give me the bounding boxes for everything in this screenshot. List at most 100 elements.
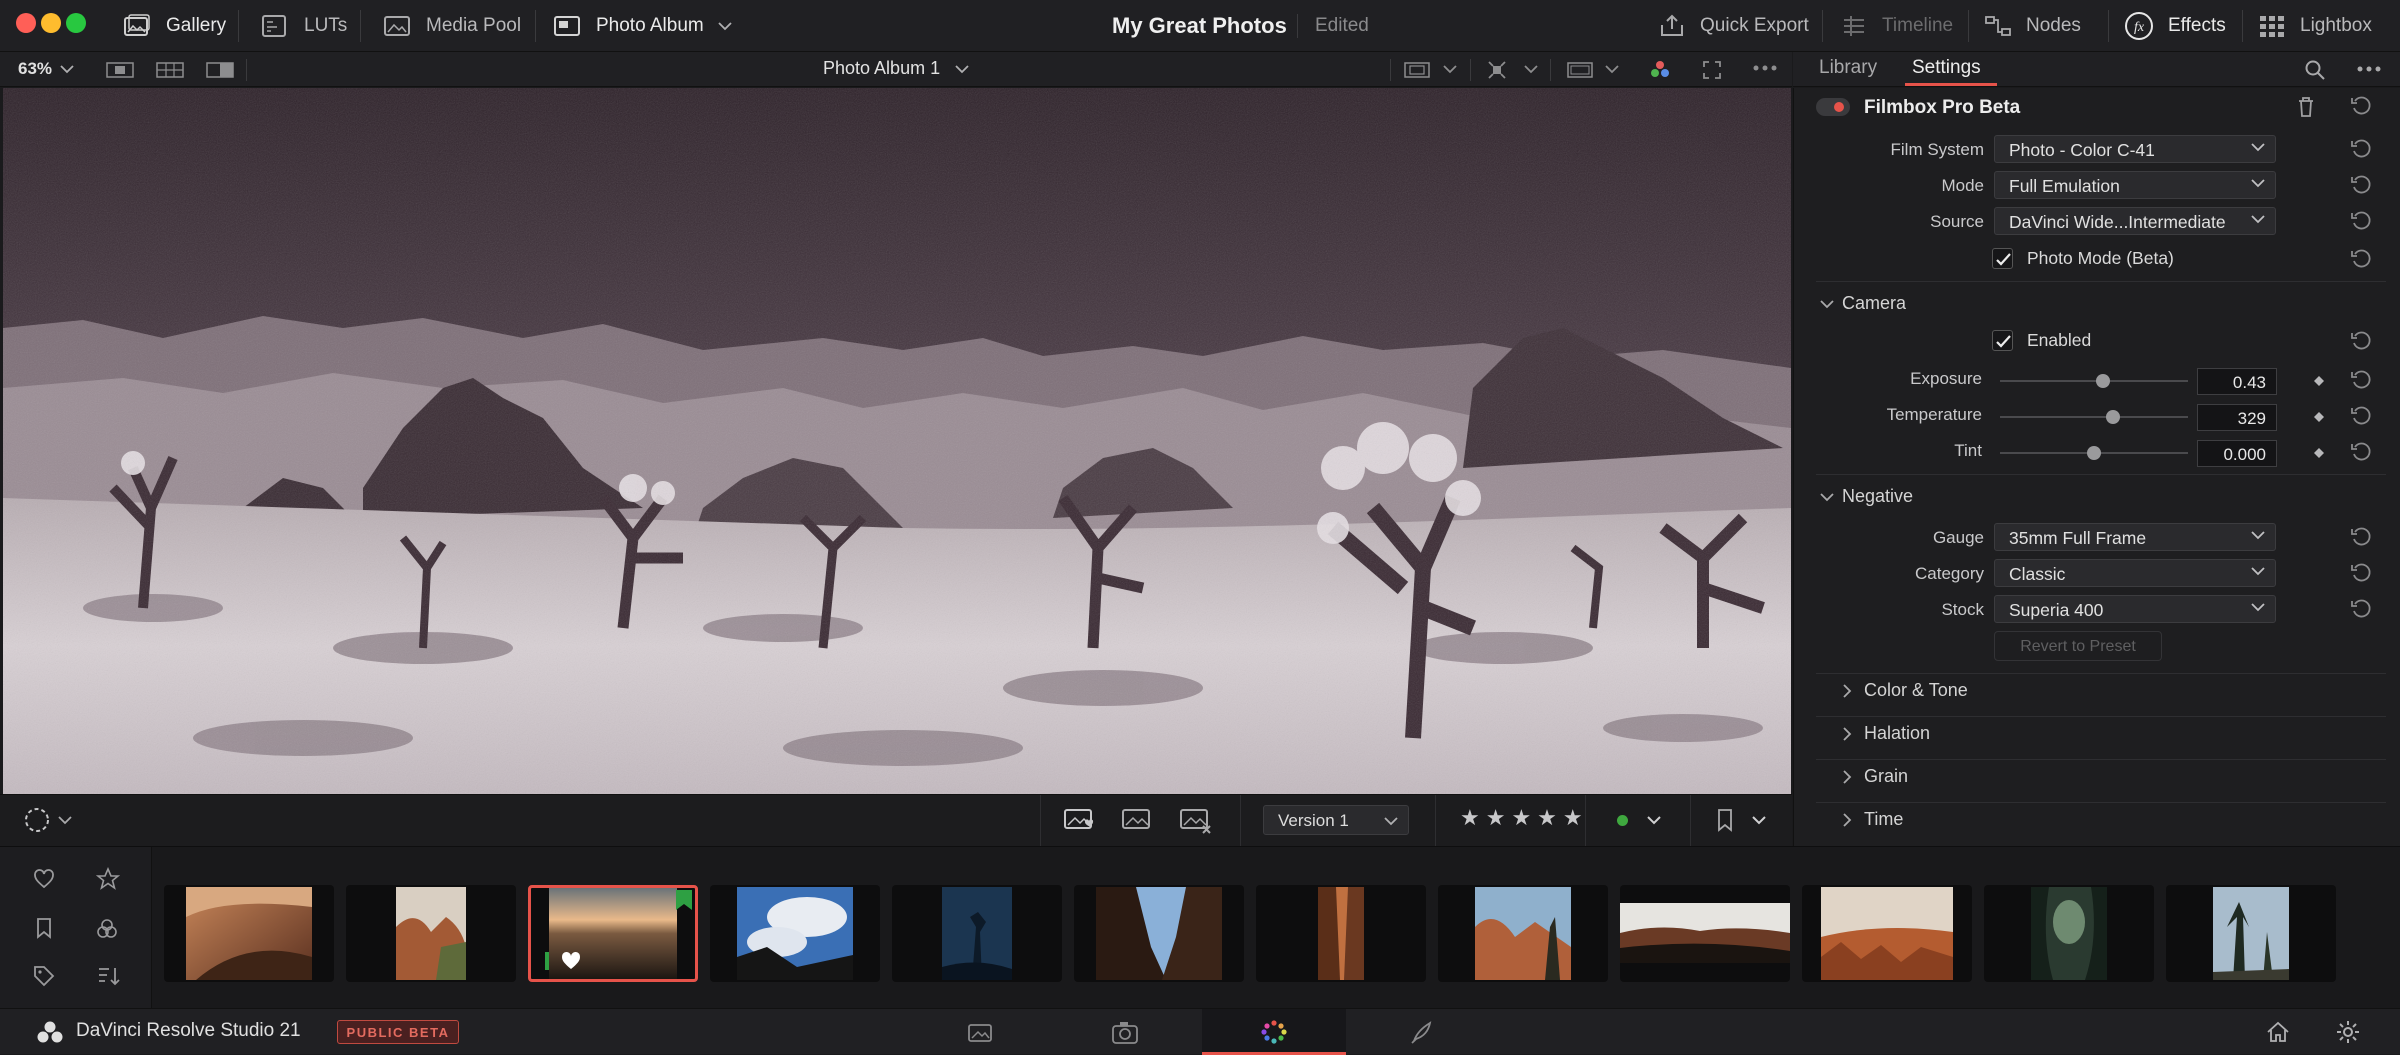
delete-icon[interactable] bbox=[2297, 96, 2315, 118]
temperature-value[interactable]: 329 bbox=[2197, 404, 2277, 431]
search-icon[interactable] bbox=[2304, 59, 2326, 81]
photo-album-button[interactable]: Photo Album bbox=[552, 0, 732, 52]
zoom-window-button[interactable] bbox=[66, 13, 86, 33]
chevron-down-icon[interactable] bbox=[1524, 64, 1538, 74]
gallery-button[interactable]: Gallery bbox=[122, 0, 226, 52]
luts-button[interactable]: LUTs bbox=[260, 0, 347, 52]
single-view-icon[interactable] bbox=[105, 60, 135, 80]
chevron-down-icon[interactable] bbox=[1443, 64, 1457, 74]
camera-section-title[interactable]: Camera bbox=[1842, 293, 1906, 314]
media-pool-button[interactable]: Media Pool bbox=[382, 0, 521, 52]
star-rating[interactable]: ★★★★★ bbox=[1460, 805, 1589, 831]
thumbnail[interactable] bbox=[346, 885, 516, 982]
thumbnail[interactable] bbox=[164, 885, 334, 982]
color-picker-icon[interactable] bbox=[1648, 58, 1672, 82]
effects-button[interactable]: fx Effects bbox=[2124, 0, 2226, 52]
reject-image-icon[interactable] bbox=[1178, 806, 1214, 836]
close-window-button[interactable] bbox=[16, 13, 36, 33]
transform-icon[interactable] bbox=[1484, 58, 1510, 82]
fullscreen-icon[interactable] bbox=[1701, 59, 1723, 81]
album-title[interactable]: Photo Album 1 bbox=[823, 58, 940, 79]
thumbnail[interactable] bbox=[710, 885, 880, 982]
chevron-down-icon[interactable] bbox=[1752, 815, 1766, 825]
lightbox-button[interactable]: Lightbox bbox=[2258, 0, 2372, 52]
sort-icon[interactable] bbox=[96, 965, 120, 987]
reset-icon[interactable] bbox=[2350, 174, 2372, 196]
viewer-image[interactable] bbox=[3, 88, 1791, 794]
thumbnail[interactable] bbox=[1620, 885, 1790, 982]
tint-slider-knob[interactable] bbox=[2087, 446, 2101, 460]
quick-export-button[interactable]: Quick Export bbox=[1658, 0, 1809, 52]
heart-icon[interactable] bbox=[33, 869, 55, 889]
effect-enable-toggle[interactable] bbox=[1816, 98, 1850, 116]
chevron-down-icon[interactable] bbox=[1647, 815, 1661, 825]
reset-icon[interactable] bbox=[2350, 441, 2372, 463]
reset-icon[interactable] bbox=[2350, 598, 2372, 620]
reset-icon[interactable] bbox=[2350, 138, 2372, 160]
reset-icon[interactable] bbox=[2350, 405, 2372, 427]
chevron-right-icon[interactable] bbox=[1842, 727, 1852, 741]
color-filter-icon[interactable] bbox=[95, 917, 119, 941]
thumbnail[interactable] bbox=[1074, 885, 1244, 982]
tag-icon[interactable] bbox=[33, 965, 55, 987]
source-dropdown[interactable]: DaVinci Wide...Intermediate bbox=[1994, 207, 2276, 235]
thumbnail[interactable] bbox=[1984, 885, 2154, 982]
tint-value[interactable]: 0.000 bbox=[2197, 440, 2277, 467]
color-flag-indicator[interactable] bbox=[1617, 815, 1628, 826]
halation-section[interactable]: Halation bbox=[1864, 723, 1930, 744]
keyframe-icon[interactable] bbox=[2313, 411, 2325, 423]
tint-slider[interactable] bbox=[2000, 446, 2188, 460]
camera-enabled-checkbox[interactable] bbox=[1992, 330, 2013, 351]
temperature-slider[interactable] bbox=[2000, 410, 2188, 424]
thumbnail[interactable] bbox=[1438, 885, 1608, 982]
chevron-down-icon[interactable] bbox=[60, 64, 74, 74]
bookmark-icon[interactable] bbox=[1716, 808, 1734, 832]
home-icon[interactable] bbox=[2266, 1021, 2290, 1043]
thumbnail[interactable] bbox=[2166, 885, 2336, 982]
chevron-right-icon[interactable] bbox=[1842, 770, 1852, 784]
thumbnail-selected[interactable] bbox=[528, 885, 698, 982]
selection-tool-icon[interactable] bbox=[22, 806, 52, 834]
image-icon[interactable] bbox=[1120, 807, 1152, 833]
tab-library[interactable]: Library bbox=[1819, 57, 1877, 79]
photo-mode-checkbox[interactable] bbox=[1992, 248, 2013, 269]
thumbnail[interactable] bbox=[1802, 885, 1972, 982]
negative-section-title[interactable]: Negative bbox=[1842, 486, 1913, 507]
overlay-icon[interactable] bbox=[1566, 60, 1594, 80]
version-dropdown[interactable]: Version 1 bbox=[1263, 805, 1409, 835]
timeline-button[interactable]: Timeline bbox=[1840, 0, 1953, 52]
category-dropdown[interactable]: Classic bbox=[1994, 559, 2276, 587]
reset-icon[interactable] bbox=[2350, 562, 2372, 584]
reset-icon[interactable] bbox=[2350, 95, 2372, 117]
reset-icon[interactable] bbox=[2350, 248, 2372, 270]
color-page-tab[interactable] bbox=[1202, 1009, 1346, 1055]
exposure-slider-knob[interactable] bbox=[2096, 374, 2111, 388]
grain-section[interactable]: Grain bbox=[1864, 766, 1908, 787]
tab-settings[interactable]: Settings bbox=[1912, 57, 1981, 79]
zoom-level[interactable]: 63% bbox=[18, 59, 52, 79]
color-tone-section[interactable]: Color & Tone bbox=[1864, 680, 1968, 701]
time-section[interactable]: Time bbox=[1864, 809, 1903, 830]
reset-icon[interactable] bbox=[2350, 526, 2372, 548]
chevron-down-icon[interactable] bbox=[1605, 64, 1619, 74]
chevron-right-icon[interactable] bbox=[1842, 684, 1852, 698]
media-page-icon[interactable] bbox=[966, 1021, 996, 1045]
chevron-down-icon[interactable] bbox=[955, 64, 969, 74]
reset-icon[interactable] bbox=[2350, 210, 2372, 232]
film-system-dropdown[interactable]: Photo - Color C-41 bbox=[1994, 135, 2276, 163]
revert-to-preset-button[interactable]: Revert to Preset bbox=[1994, 631, 2162, 661]
split-view-icon[interactable] bbox=[205, 60, 235, 80]
grid-view-icon[interactable] bbox=[155, 60, 185, 80]
gauge-dropdown[interactable]: 35mm Full Frame bbox=[1994, 523, 2276, 551]
minimize-window-button[interactable] bbox=[41, 13, 61, 33]
chevron-down-icon[interactable] bbox=[1820, 299, 1834, 309]
temperature-slider-knob[interactable] bbox=[2105, 410, 2120, 424]
keyframe-icon[interactable] bbox=[2313, 447, 2325, 459]
more-options-icon[interactable] bbox=[1752, 64, 1778, 72]
thumbnail[interactable] bbox=[892, 885, 1062, 982]
nodes-button[interactable]: Nodes bbox=[1984, 0, 2081, 52]
chevron-down-icon[interactable] bbox=[1820, 492, 1834, 502]
viewer-size-icon[interactable] bbox=[1402, 60, 1432, 80]
keyframe-icon[interactable] bbox=[2313, 375, 2325, 387]
favorite-image-icon[interactable] bbox=[1062, 805, 1098, 835]
